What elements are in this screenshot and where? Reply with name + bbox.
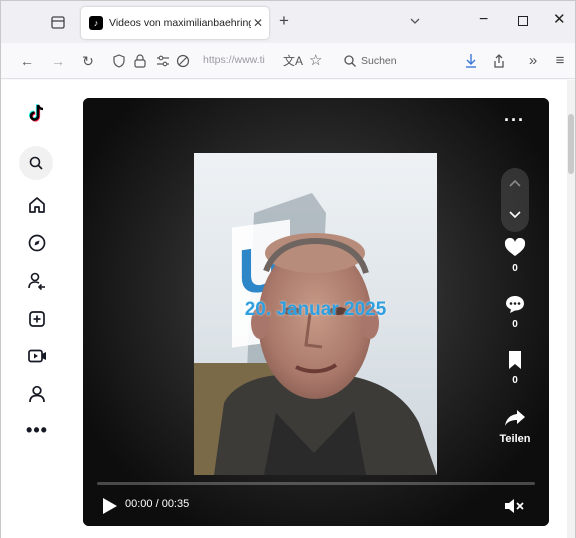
back-icon[interactable]: ← <box>18 52 36 70</box>
url-text: https://www.ti <box>203 54 265 66</box>
shield-icon[interactable] <box>111 53 127 69</box>
video-controls: 00:00 / 00:35 <box>83 480 549 526</box>
forward-icon[interactable]: → <box>49 52 67 70</box>
share-icon[interactable] <box>491 52 507 70</box>
translate-icon[interactable]: 文A <box>283 52 303 69</box>
comment-count: 0 <box>512 319 518 330</box>
tab-close-icon[interactable]: ✕ <box>253 16 263 30</box>
search-button[interactable] <box>19 146 53 180</box>
video-time: 00:00 / 00:35 <box>125 498 190 510</box>
following-icon[interactable] <box>26 270 48 292</box>
tab-list-icon[interactable] <box>49 13 67 31</box>
video-progress-bar[interactable] <box>97 482 535 485</box>
tab-bar: ♪ Videos von maximilianbaehring ✕ + − ✕ <box>1 1 575 43</box>
comment-icon[interactable] <box>504 294 526 314</box>
reload-icon[interactable]: ↻ <box>79 52 97 70</box>
heart-icon[interactable] <box>504 237 526 258</box>
video-player[interactable]: U 20. Januar 2025 ··· 0 0 0 Teilen 00:00… <box>83 98 549 526</box>
share-arrow-icon[interactable] <box>503 408 527 428</box>
video-frame[interactable]: U 20. Januar 2025 <box>194 153 437 475</box>
active-tab[interactable]: ♪ Videos von maximilianbaehring ✕ <box>81 7 269 39</box>
video-more-options-icon[interactable]: ··· <box>504 111 525 129</box>
home-icon[interactable] <box>26 194 48 216</box>
search-icon <box>29 156 43 170</box>
share-label: Teilen <box>499 433 531 445</box>
menu-icon[interactable]: ≡ <box>551 52 569 70</box>
minimize-icon[interactable]: − <box>479 11 488 29</box>
save-action[interactable]: 0 <box>491 350 539 386</box>
page-scrollbar[interactable] <box>567 80 575 538</box>
tiktok-logo-icon[interactable] <box>26 102 48 124</box>
mute-icon[interactable] <box>503 497 525 515</box>
like-action[interactable]: 0 <box>491 237 539 274</box>
download-icon[interactable] <box>463 52 479 70</box>
tiktok-favicon-icon: ♪ <box>89 16 103 30</box>
url-bar[interactable]: https://www.ti 文A ☆ <box>109 49 333 73</box>
sidebar: ••• <box>1 80 75 538</box>
share-action[interactable]: Teilen <box>491 408 539 445</box>
scrollbar-thumb[interactable] <box>568 114 574 174</box>
like-count: 0 <box>512 263 518 274</box>
play-icon[interactable] <box>103 498 117 514</box>
live-icon[interactable] <box>26 345 48 367</box>
chevron-up-icon[interactable] <box>508 178 522 188</box>
tab-title: Videos von maximilianbaehring <box>109 17 251 29</box>
maximize-icon[interactable] <box>518 16 528 26</box>
chevron-down-icon[interactable] <box>508 210 522 220</box>
navigation-bar: ← → ↻ https://www.ti 文A ☆ Suchen » ≡ <box>1 43 575 79</box>
tiktok-page: ••• U 20. Januar 2025 ··· 0 0 0 Teilen 0… <box>1 80 567 538</box>
lock-icon[interactable] <box>133 53 147 69</box>
bookmark-icon[interactable] <box>506 350 524 370</box>
overflow-chevron-icon[interactable]: » <box>524 52 542 70</box>
search-icon <box>344 55 356 67</box>
upload-icon[interactable] <box>26 308 48 330</box>
window-close-icon[interactable]: ✕ <box>553 10 566 28</box>
new-tab-icon[interactable]: + <box>279 12 289 30</box>
permissions-icon[interactable] <box>155 54 171 68</box>
profile-icon[interactable] <box>26 383 48 405</box>
video-nav-arrows <box>501 168 529 232</box>
bookmark-star-icon[interactable]: ☆ <box>309 51 322 69</box>
save-count: 0 <box>512 375 518 386</box>
search-placeholder: Suchen <box>361 55 397 67</box>
comment-action[interactable]: 0 <box>491 294 539 330</box>
browser-window: ♪ Videos von maximilianbaehring ✕ + − ✕ … <box>0 0 576 538</box>
tracking-protection-icon[interactable] <box>175 53 191 69</box>
more-dots-icon[interactable]: ••• <box>26 419 48 441</box>
chevron-down-icon[interactable] <box>408 14 422 28</box>
search-box[interactable]: Suchen <box>339 49 447 73</box>
video-date-overlay: 20. Januar 2025 <box>244 299 387 320</box>
explore-compass-icon[interactable] <box>26 232 48 254</box>
